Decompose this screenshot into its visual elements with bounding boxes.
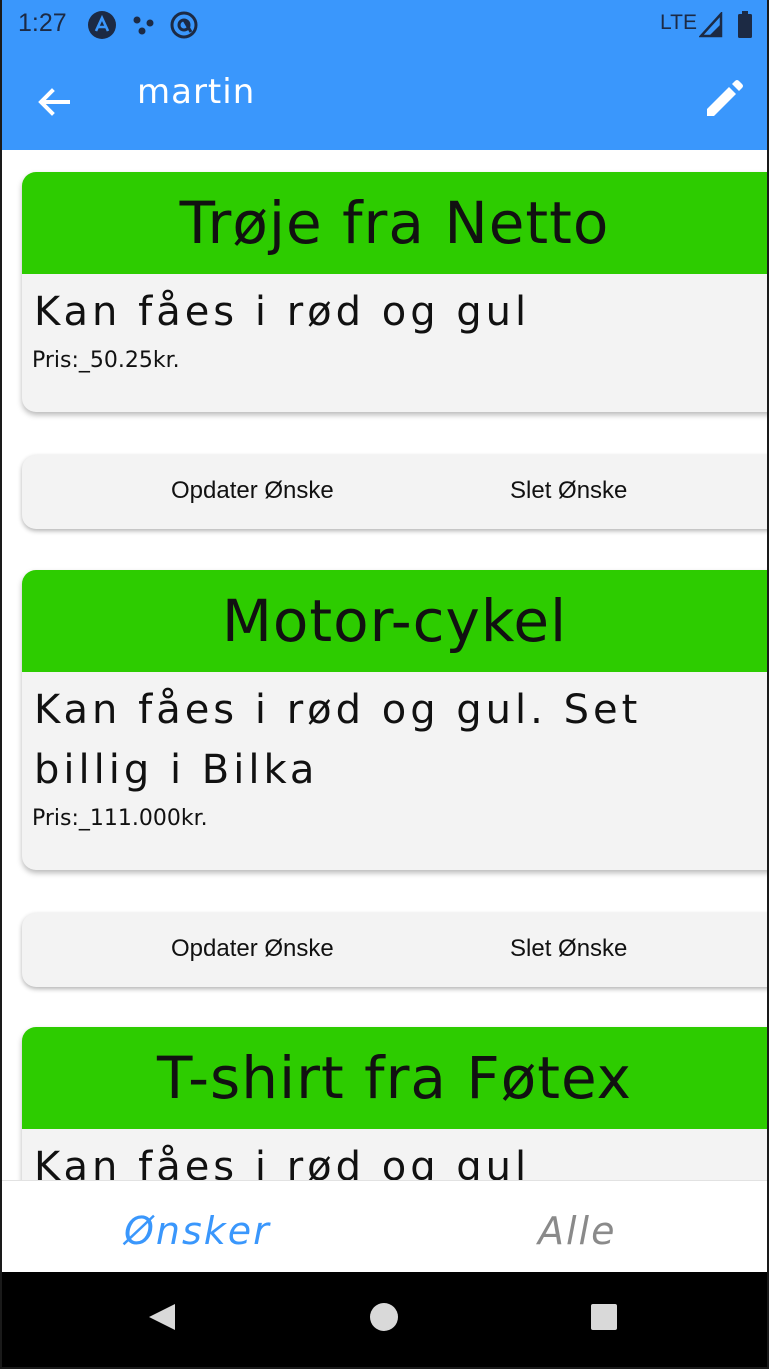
wish-list[interactable]: Trøje fra Netto Kan fåes i rød og gul Pr… [2, 150, 767, 1180]
system-back-icon[interactable] [147, 1302, 177, 1332]
back-arrow-icon[interactable] [32, 80, 76, 124]
tab-wishes[interactable]: Ønsker [124, 1209, 271, 1253]
app-bar: martin [2, 50, 767, 150]
wish-actions: Opdater Ønske Slet Ønske [22, 455, 767, 529]
app-notification-icon [88, 11, 116, 39]
wish-card[interactable]: T-shirt fra Føtex Kan fåes i rød og gul [22, 1027, 767, 1180]
wish-card[interactable]: Trøje fra Netto Kan fåes i rød og gul Pr… [22, 172, 767, 412]
wish-description: Kan fåes i rød og gul [34, 289, 531, 335]
sync-notification-icon [170, 11, 198, 39]
wish-card-header: T-shirt fra Føtex [22, 1027, 767, 1129]
delete-wish-button[interactable]: Slet Ønske [510, 935, 627, 963]
phone-screen: 1:27 LTE martin Trøje fra Netto Kan fåes… [2, 0, 767, 1367]
update-wish-button[interactable]: Opdater Ønske [171, 935, 334, 963]
wish-card[interactable]: Motor-cykel Kan fåes i rød og gul. Set b… [22, 570, 767, 870]
edit-pencil-icon[interactable] [701, 78, 745, 122]
update-wish-button[interactable]: Opdater Ønske [171, 477, 334, 505]
network-type: LTE [660, 11, 697, 34]
system-home-icon[interactable] [369, 1302, 399, 1332]
status-time: 1:27 [18, 9, 67, 37]
wish-title: Motor-cykel [221, 587, 568, 655]
wish-price: Pris:_50.25kr. [32, 348, 180, 373]
battery-icon [738, 11, 752, 38]
wish-description: Kan fåes i rød og gul. Set billig i Bilk… [34, 687, 642, 793]
wish-card-header: Trøje fra Netto [22, 172, 767, 274]
system-navigation-bar [2, 1272, 767, 1367]
bottom-navigation: Ønsker Alle [2, 1180, 767, 1273]
dots-notification-icon [133, 16, 154, 35]
wish-price: Pris:_111.000kr. [32, 806, 208, 831]
wish-title: T-shirt fra Føtex [157, 1044, 632, 1112]
signal-icon [699, 12, 723, 38]
tab-all[interactable]: Alle [538, 1209, 617, 1253]
wish-title: Trøje fra Netto [179, 189, 610, 257]
system-recents-icon[interactable] [590, 1303, 618, 1331]
page-title: martin [137, 72, 256, 112]
wish-actions: Opdater Ønske Slet Ønske [22, 913, 767, 987]
wish-description: Kan fåes i rød og gul [34, 1144, 531, 1180]
status-bar: 1:27 LTE [2, 0, 767, 50]
wish-card-header: Motor-cykel [22, 570, 767, 672]
delete-wish-button[interactable]: Slet Ønske [510, 477, 627, 505]
